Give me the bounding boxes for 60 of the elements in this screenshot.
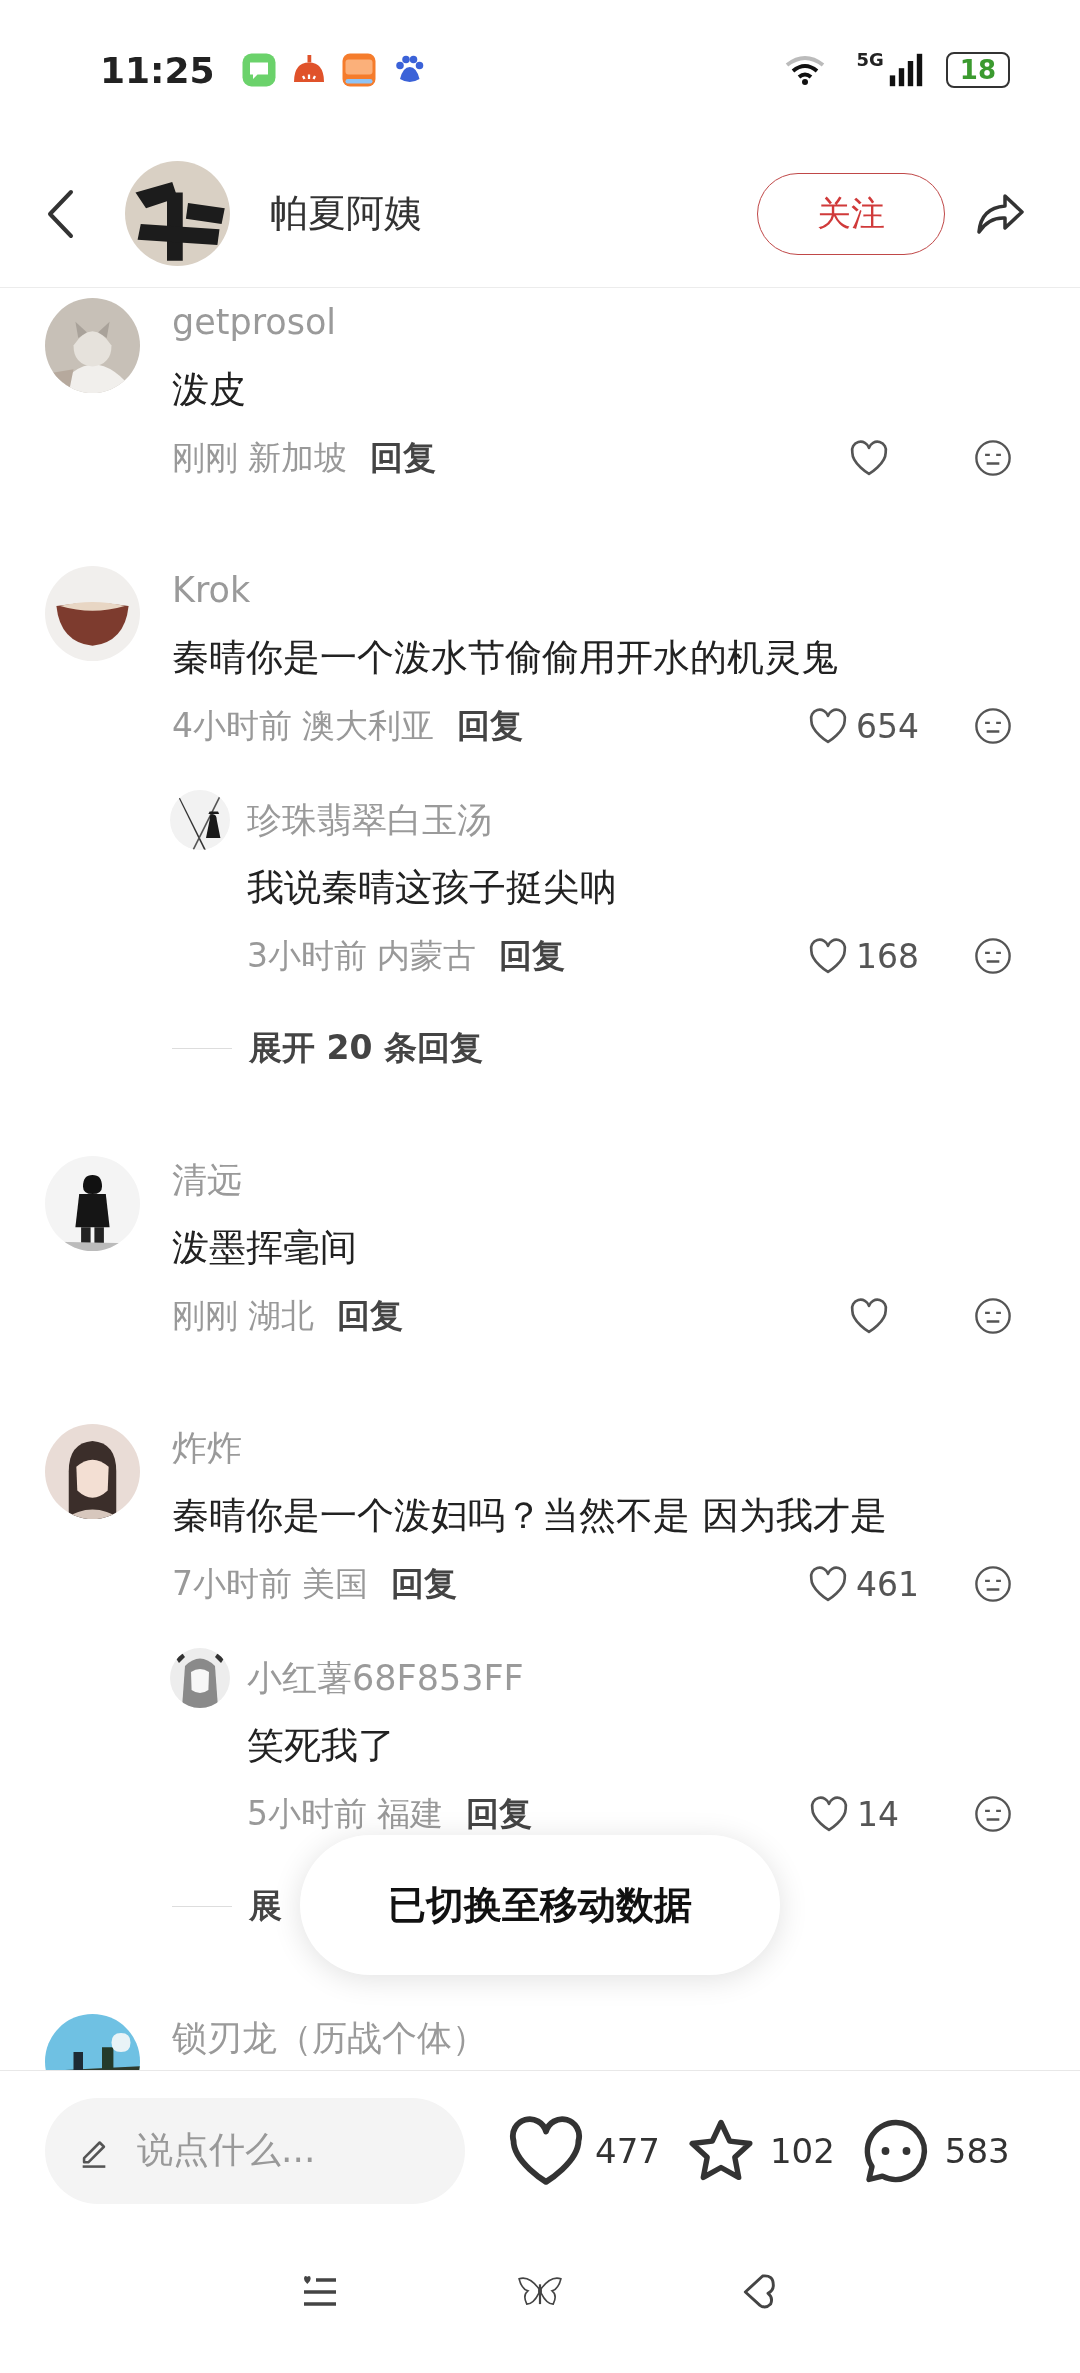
comment-text: 我说秦晴这孩子挺尖呐 — [247, 865, 617, 911]
user-name[interactable]: 锁刃龙（历战个体） — [172, 2014, 487, 2062]
user-name[interactable]: 珍珠翡翠白玉汤 — [247, 796, 492, 844]
comment-meta: 5小时前 福建 — [247, 1792, 444, 1835]
comment-input[interactable]: 说点什么... — [45, 2097, 465, 2204]
heart-icon[interactable] — [808, 1565, 848, 1603]
status-time: 11:25 — [100, 49, 215, 91]
like-count: 654 — [856, 706, 919, 746]
comment-text: 泼皮 — [172, 367, 246, 413]
like-count: 168 — [856, 936, 919, 976]
heart-icon[interactable] — [507, 2114, 585, 2187]
reply-link[interactable]: 回复 — [390, 1561, 457, 1607]
user-name[interactable]: getprosol — [172, 302, 337, 342]
action-count: 477 — [595, 2130, 660, 2171]
heart-icon[interactable] — [808, 707, 848, 745]
neutral-face-icon[interactable] — [974, 1297, 1012, 1335]
user-name[interactable]: 炸炸 — [172, 1424, 242, 1472]
chat-app-icon — [240, 52, 277, 88]
comment-text: 笑死我了 — [247, 1723, 395, 1769]
action-count: 102 — [769, 2130, 835, 2171]
reply-link[interactable]: 回复 — [369, 435, 436, 481]
comment-meta: 刚刚 新加坡 — [172, 436, 348, 479]
share-icon[interactable] — [975, 191, 1025, 236]
neutral-face-icon[interactable] — [974, 1565, 1012, 1603]
neutral-face-icon[interactable] — [974, 439, 1012, 477]
battery-level: 18 — [945, 52, 1010, 88]
comment-text: 秦晴你是一个泼水节偷偷用开水的机灵鬼 — [172, 635, 838, 681]
reply-link[interactable]: 回复 — [456, 703, 523, 749]
neutral-face-icon[interactable] — [974, 1795, 1012, 1833]
network-label: 5G — [856, 48, 884, 70]
user-name[interactable]: 小红薯68F853FF — [247, 1654, 524, 1702]
comment-meta: 3小时前 内蒙古 — [247, 934, 477, 977]
heart-icon[interactable] — [809, 1795, 849, 1833]
heart-icon[interactable] — [849, 1297, 889, 1335]
heart-icon[interactable] — [849, 439, 889, 477]
user-name[interactable]: Krok — [172, 570, 251, 610]
heart-icon[interactable] — [808, 937, 848, 975]
comment-meta: 刚刚 湖北 — [172, 1294, 315, 1337]
reply-link[interactable]: 回复 — [465, 1791, 532, 1837]
user-name[interactable]: 清远 — [172, 1156, 242, 1204]
like-count: 14 — [857, 1794, 900, 1834]
signal-icon — [887, 51, 924, 89]
comment-text: 秦晴你是一个泼妇吗？当然不是 因为我才是 — [172, 1493, 887, 1539]
shopping-app-icon — [340, 52, 377, 88]
action-count: 583 — [944, 2130, 1010, 2171]
expand-replies-link[interactable]: 展 — [249, 1883, 282, 1929]
comment-meta: 7小时前 美国 — [172, 1562, 369, 1605]
back-icon[interactable] — [45, 188, 75, 239]
wifi-icon — [784, 55, 825, 85]
like-count: 461 — [856, 1564, 919, 1604]
neutral-face-icon[interactable] — [974, 707, 1012, 745]
comment-text: 泼墨挥毫间 — [172, 1225, 357, 1271]
follow-button[interactable]: 关注 — [757, 172, 945, 255]
neutral-face-icon[interactable] — [974, 937, 1012, 975]
expand-replies-link[interactable]: 展开 20 条回复 — [249, 1025, 483, 1071]
comment-meta: 4小时前 澳大利亚 — [172, 704, 435, 747]
author-name: 帕夏阿姨 — [270, 190, 422, 237]
reply-link[interactable]: 回复 — [498, 933, 565, 979]
reply-link[interactable]: 回复 — [336, 1293, 403, 1339]
network-toast: 已切换至移动数据 — [300, 1835, 780, 1975]
